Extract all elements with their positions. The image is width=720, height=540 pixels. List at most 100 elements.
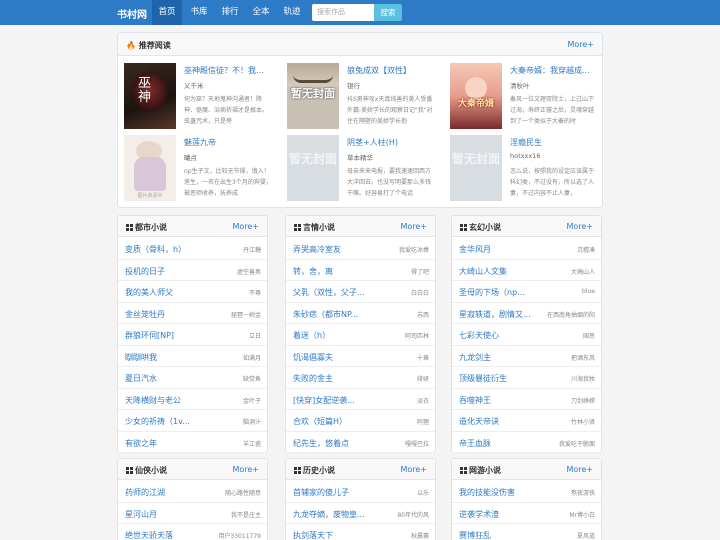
book-title-link[interactable]: 群狼环伺[NP]: [125, 330, 174, 341]
nav-ranking[interactable]: 排行: [215, 0, 245, 25]
more-link[interactable]: More+: [400, 465, 427, 474]
more-link[interactable]: More+: [232, 222, 259, 231]
book-title-link[interactable]: 瞓瞓哄我: [125, 352, 157, 363]
list-item[interactable]: 瞓瞓哄我 如满月: [118, 346, 267, 367]
book-cover[interactable]: 巫神: [124, 63, 176, 129]
more-link[interactable]: More+: [566, 465, 593, 474]
list-item[interactable]: 帝王血脉 我爱吃干脆面: [452, 432, 601, 453]
book-title-link[interactable]: 逆袭学术渣: [459, 509, 499, 520]
list-item[interactable]: 绝世天骄天落 用户33011779: [118, 524, 267, 540]
list-item[interactable]: 合欢（短篇H） 阿狸: [286, 410, 435, 432]
list-item[interactable]: 圣母的下场（np... blue: [452, 281, 601, 303]
list-item[interactable]: 金华风月 沉檀凑: [452, 238, 601, 260]
list-item[interactable]: 群狼环伺[NP] 立日: [118, 324, 267, 346]
list-item[interactable]: 失败的金主 绯妍: [286, 367, 435, 389]
book-title-link[interactable]: 纪先生，悠着点: [293, 438, 349, 449]
list-item[interactable]: 造化天帝诀 竹林小贤: [452, 410, 601, 432]
book-title-link[interactable]: 朱砂痣（都市NP...: [293, 309, 358, 320]
more-link[interactable]: More+: [566, 222, 593, 231]
book-title-link[interactable]: 顶级暴徒衍生: [459, 373, 507, 384]
book-title-link[interactable]: 星河山月: [125, 509, 157, 520]
book-title[interactable]: 魅莲九帝: [184, 137, 284, 148]
list-item[interactable]: 星河山月 我不是庄主: [118, 503, 267, 524]
book-title-link[interactable]: 吞噬神王: [459, 395, 491, 406]
list-item[interactable]: 九龙剑主 把酒东风: [452, 346, 601, 367]
book-title-link[interactable]: 大崎山人文集: [459, 266, 507, 277]
book-title-link[interactable]: 九龙夺嫡，废物皇...: [293, 509, 365, 520]
book-title-link[interactable]: 父乳（双性，父子...: [293, 287, 365, 298]
list-item[interactable]: 吞噬神王 刀剑峥嵘: [452, 389, 601, 410]
book-card[interactable]: 图片来源中 魅莲九帝 曦点 np生子文，比较无节操，慎入！莲生，一名在出生3个月的奔婴…: [124, 135, 284, 203]
book-cover[interactable]: 暂无封面: [287, 135, 339, 201]
book-title[interactable]: 大秦帝婿：我穿越成...: [510, 65, 610, 76]
book-title-link[interactable]: 九龙剑主: [459, 352, 491, 363]
list-item[interactable]: 大崎山人文集 大崎山人: [452, 260, 601, 281]
book-title-link[interactable]: 帝王血脉: [459, 438, 491, 449]
book-title-link[interactable]: 变质（骨科，h）: [125, 244, 186, 255]
more-link[interactable]: More+: [232, 465, 259, 474]
list-item[interactable]: 朱砂痣（都市NP... 苏西: [286, 303, 435, 324]
book-title-link[interactable]: 合欢（短篇H）: [293, 416, 347, 427]
list-item[interactable]: 有欲之年 羊江瓷: [118, 432, 267, 453]
nav-home[interactable]: 首页: [152, 0, 182, 25]
book-title-link[interactable]: 金华风月: [459, 244, 491, 255]
more-link[interactable]: More+: [567, 40, 594, 49]
list-item[interactable]: 九龙夺嫡，废物皇... 80年代的风: [286, 503, 435, 524]
list-item[interactable]: 星寂轶道，剧情又... 在西南角抽烟的阳: [452, 303, 601, 324]
list-item[interactable]: 我的美人师父 不尊: [118, 281, 267, 303]
list-item[interactable]: 纪先生，悠着点 嘎嘎巴拉: [286, 432, 435, 453]
book-card[interactable]: 暂无封面 淫瘾民生 hotxxx16 怎么说，按照我的设定应该属于科幻类，不过没有，所…: [450, 135, 610, 203]
list-item[interactable]: 少女的祈祷（1v... 脑洞汁: [118, 410, 267, 432]
book-cover[interactable]: 大秦帝婿: [450, 63, 502, 129]
list-item[interactable]: 执剑落天下 秋晨赛: [286, 524, 435, 540]
book-title-link[interactable]: 饥渴倡寡夫: [293, 352, 333, 363]
list-item[interactable]: 逆袭学术渣 Mr博小白: [452, 503, 601, 524]
list-item[interactable]: 天降横财与老公 金叶子: [118, 389, 267, 410]
list-item[interactable]: 我的技能没伤害 熬夜游侠: [452, 481, 601, 503]
nav-library[interactable]: 书库: [184, 0, 214, 25]
search-button[interactable]: 搜索: [374, 4, 402, 21]
list-item[interactable]: 夏日汽水 缺觉鱼: [118, 367, 267, 389]
search-input[interactable]: 搜索作品: [312, 4, 374, 21]
list-item[interactable]: 投机的日子 虚空善男: [118, 260, 267, 281]
book-title-link[interactable]: 投机的日子: [125, 266, 165, 277]
list-item[interactable]: 饥渴倡寡夫 十章: [286, 346, 435, 367]
book-title-link[interactable]: 我的美人师父: [125, 287, 173, 298]
book-title-link[interactable]: 药师的江湖: [125, 487, 165, 498]
list-item[interactable]: 药师的江湖 随心路性随意: [118, 481, 267, 503]
book-title-link[interactable]: 星寂轶道，剧情又...: [459, 309, 531, 320]
more-link[interactable]: More+: [400, 222, 427, 231]
list-item[interactable]: 赛博狂乱 夏风道: [452, 524, 601, 540]
book-title-link[interactable]: 圣母的下场（np...: [459, 287, 525, 298]
list-item[interactable]: [快穿]女配逆袭... 淡衣: [286, 389, 435, 410]
book-title[interactable]: 巫神殿信徒？不！我...: [184, 65, 284, 76]
book-title-link[interactable]: 失败的金主: [293, 373, 333, 384]
list-item[interactable]: 七彩天使心 国思: [452, 324, 601, 346]
book-title-link[interactable]: 着迷（h）: [293, 330, 330, 341]
book-title[interactable]: 狼兔成双【双性】: [347, 65, 447, 76]
list-item[interactable]: 金丝笼牡丹 琵琶一树金: [118, 303, 267, 324]
book-title-link[interactable]: 七彩天使心: [459, 330, 499, 341]
book-card[interactable]: 巫神巫神殿信徒？不！我... 乂千米 何为巫？天地鬼神沟通者！降神、驱魔、治病祈福才…: [124, 63, 284, 131]
book-title-link[interactable]: 造化天帝诀: [459, 416, 499, 427]
book-cover[interactable]: 暂无封面: [287, 63, 339, 129]
book-title-link[interactable]: 金丝笼牡丹: [125, 309, 165, 320]
list-item[interactable]: 变质（骨科，h） 丹江糖: [118, 238, 267, 260]
list-item[interactable]: 顶级暴徒衍生 川海我牧: [452, 367, 601, 389]
book-title-link[interactable]: 少女的祈祷（1v...: [125, 416, 190, 427]
book-title-link[interactable]: 夏日汽水: [125, 373, 157, 384]
book-title-link[interactable]: 首辅家的傻儿子: [293, 487, 349, 498]
book-title[interactable]: 阴茎+人柱(H): [347, 137, 447, 148]
book-title-link[interactable]: 执剑落天下: [293, 530, 333, 540]
book-title[interactable]: 淫瘾民生: [510, 137, 610, 148]
book-cover[interactable]: 暂无封面: [450, 135, 502, 201]
site-logo[interactable]: 书村网: [117, 6, 147, 21]
book-card[interactable]: 暂无封面 狼兔成双【双性】 银行 抖S男神攻x天真纯善的美人受番外篇:美娇学长的观察日…: [287, 63, 447, 131]
list-item[interactable]: 父乳（双性，父子... 白白白: [286, 281, 435, 303]
book-title-link[interactable]: 有欲之年: [125, 438, 157, 449]
book-card[interactable]: 暂无封面 阴茎+人柱(H) 草本精华 母亲来来电报，要我速速回西方大洋回去。也没写明要…: [287, 135, 447, 203]
nav-history[interactable]: 轨迹: [277, 0, 307, 25]
book-title-link[interactable]: [快穿]女配逆袭...: [293, 395, 355, 406]
book-title-link[interactable]: 赛博狂乱: [459, 530, 491, 540]
book-title-link[interactable]: 绝世天骄天落: [125, 530, 173, 540]
